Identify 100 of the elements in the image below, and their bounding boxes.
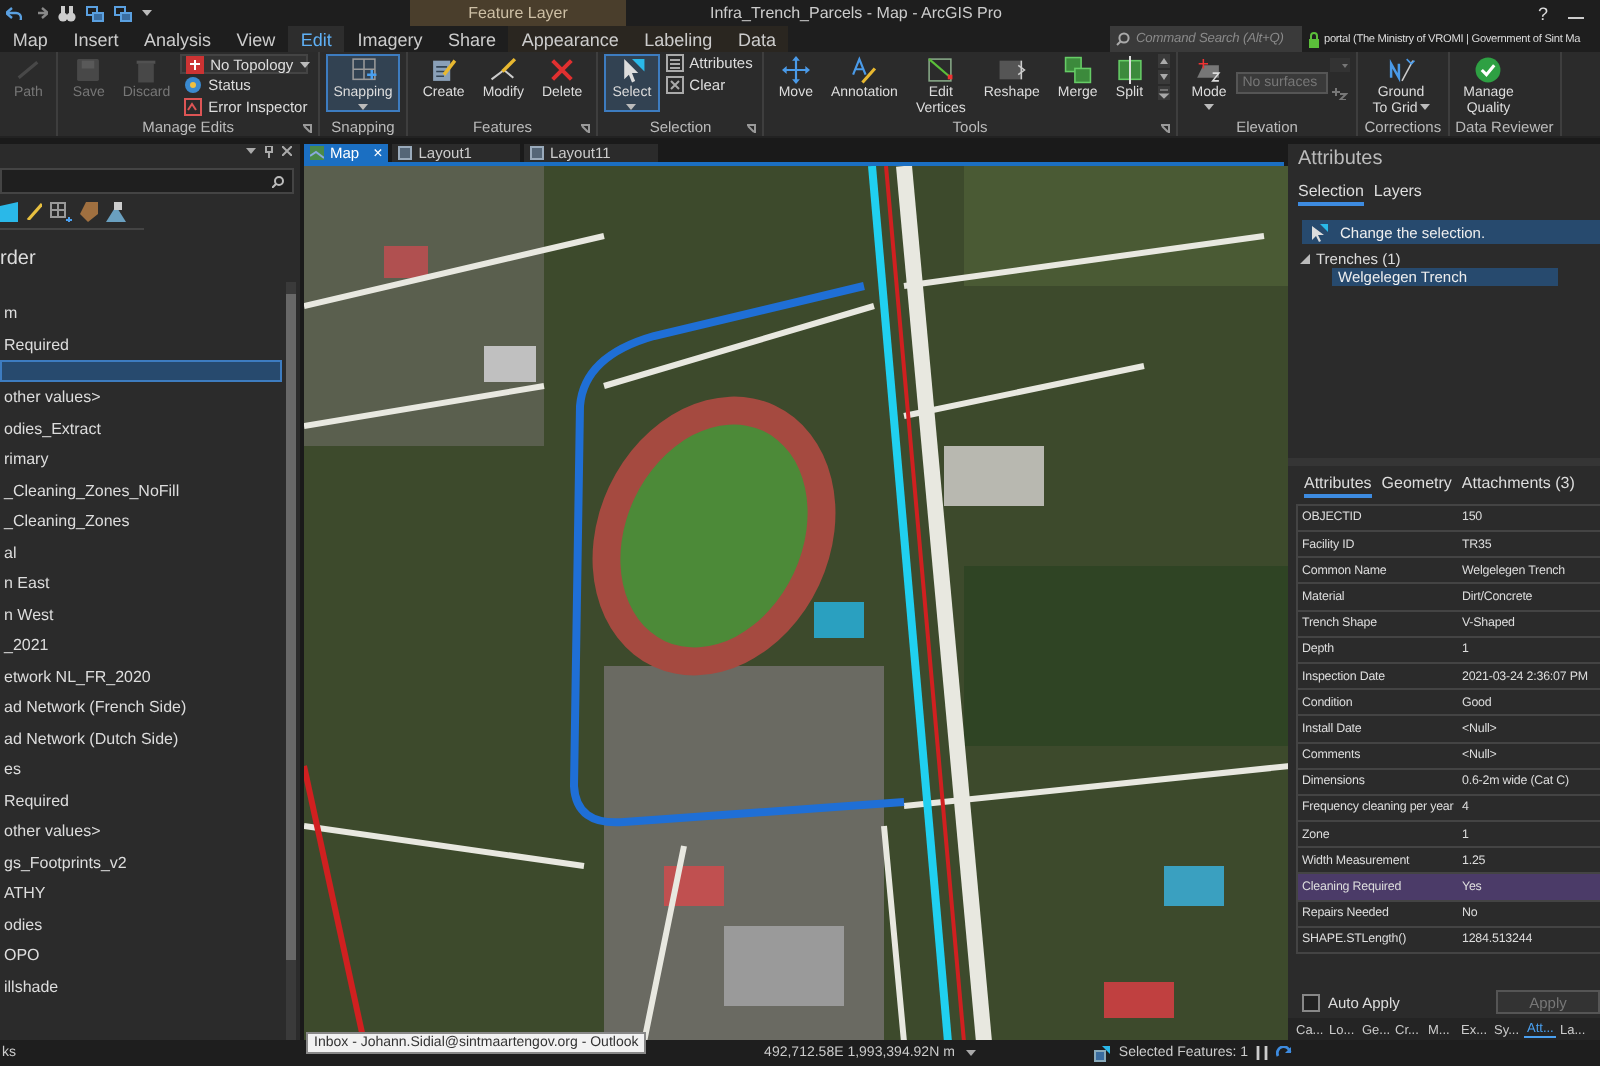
layer-item[interactable]: other values> [0,816,282,847]
pin-icon[interactable] [264,146,274,158]
data-source-icon[interactable] [106,202,126,222]
select-icon [1310,223,1328,241]
annotation-icon [850,56,879,84]
tag-icon[interactable] [80,202,98,222]
reshape-icon [997,56,1026,84]
pencil-icon [489,56,518,84]
scroll-up-icon[interactable] [1157,54,1170,68]
help-button[interactable]: ? [1537,3,1548,23]
pencil-icon[interactable] [26,202,42,220]
save-icon [74,56,103,84]
scroll-down-icon[interactable] [1157,70,1170,84]
pane-tab[interactable]: Selection [1298,182,1364,206]
edit-vertices-icon [926,56,955,84]
layer-item[interactable]: odies [0,909,282,940]
ribbon-tab[interactable]: Appearance [508,26,632,52]
window-title: Infra_Trench_Parcels - Map - ArcGIS Pro [708,2,1004,26]
delete-icon [548,56,577,84]
layer-item[interactable]: other values> [0,382,282,413]
layer-item[interactable]: es [0,754,282,785]
pane-tab[interactable]: Geometry [1381,473,1452,498]
check-icon [1474,56,1503,84]
dropdown-icon[interactable] [966,1050,977,1056]
close-icon[interactable] [282,146,292,156]
search-field[interactable] [0,168,294,194]
collapse-icon [1300,254,1310,264]
ribbon-tab[interactable]: Analysis [131,26,224,52]
dialog-launcher-icon[interactable] [1159,124,1170,134]
expand-gallery-icon[interactable] [1157,86,1170,100]
merge-icon [1063,56,1092,84]
ribbon-tab[interactable]: Insert [60,26,132,52]
layer-item[interactable]: al [0,537,282,568]
map-icon [310,146,324,160]
menu-icon[interactable] [246,146,256,156]
contextual-tab-group-header: Feature Layer [410,0,626,26]
unit-dropdown-icon [1330,58,1351,72]
layer-item[interactable]: n West [0,599,282,630]
ground-to-grid-icon [1387,56,1416,84]
scrollbar[interactable] [286,282,296,1040]
create-icon [429,56,458,84]
dialog-launcher-icon[interactable] [580,124,591,134]
ribbon-tab[interactable]: View [223,26,289,52]
search-icon [1116,32,1130,46]
refresh-icon[interactable] [1276,1045,1292,1061]
redo-icon[interactable] [32,6,48,20]
layer-item[interactable]: _Cleaning_Zones_NoFill [0,475,282,506]
ribbon-tab[interactable]: Labeling [631,26,726,52]
layer-item[interactable]: _Cleaning_Zones [0,506,282,537]
caret-icon [358,103,369,109]
binoculars-icon[interactable] [58,5,76,21]
layer-item[interactable]: ad Network (Dutch Side) [0,723,282,754]
layer-item[interactable]: gs_Footprints_v2 [0,847,282,878]
layer-item[interactable]: rimary [0,444,282,475]
add-feature-icon[interactable] [50,202,72,222]
layer-item[interactable]: ATHY [0,878,282,909]
ribbon-tab[interactable]: Edit [288,26,345,52]
undo-icon[interactable] [6,6,22,20]
topology-icon [186,55,205,73]
ribbon-tab[interactable]: Imagery [344,26,436,52]
layer-list-icon[interactable] [0,202,18,222]
layer-item[interactable]: Required [0,785,282,816]
search-icon [272,175,284,187]
pane-tab[interactable]: Layers [1373,182,1422,206]
layer-item[interactable]: illshade [0,971,282,1002]
caret-icon [1419,104,1430,111]
pane-tab[interactable]: Attributes [1304,473,1372,498]
dropdown-icon[interactable] [142,10,152,16]
layer-item[interactable]: n East [0,568,282,599]
checkbox[interactable] [1302,993,1320,1011]
path-icon [14,56,43,84]
z-offset-icon [1330,84,1349,100]
move-icon [781,56,810,84]
close-button[interactable]: × [373,144,383,162]
layer-item[interactable]: m [0,298,282,329]
layer-item[interactable]: etwork NL_FR_2020 [0,661,282,692]
selection-icon [1094,1045,1111,1061]
elevation-mode-icon [1194,56,1223,84]
layer-item[interactable]: OPO [0,940,282,971]
caret-icon [1203,103,1214,109]
caret-icon [299,61,310,67]
layout-icon [398,146,413,160]
trash-icon [132,56,161,84]
ribbon-tab[interactable]: Share [435,26,509,52]
pane-tab[interactable]: Attachments (3) [1461,473,1575,498]
snapping-icon [349,56,378,84]
layout-icon [529,146,544,160]
layer-item[interactable]: Required [0,329,282,360]
pause-icon[interactable] [1256,1046,1268,1060]
layer-item[interactable]: odies_Extract [0,413,282,444]
status-icon [184,76,203,95]
dialog-launcher-icon[interactable] [301,124,312,134]
error-icon [184,97,203,116]
ribbon-tab[interactable]: Map [0,26,61,52]
ribbon-tab[interactable]: Data [725,26,789,52]
layer-item[interactable]: _2021 [0,630,282,661]
pane-title: Attributes [1296,146,1385,174]
split-icon [1115,56,1144,84]
dialog-launcher-icon[interactable] [746,124,757,134]
layer-item[interactable]: ad Network (French Side) [0,692,282,723]
